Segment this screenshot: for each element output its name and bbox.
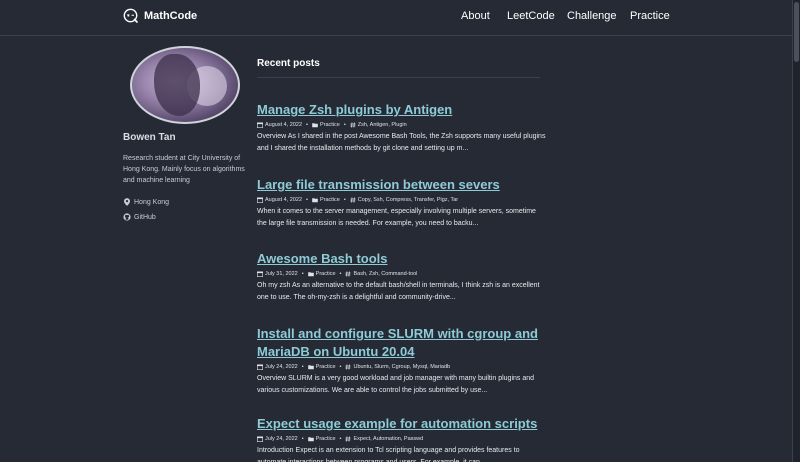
- post-item: Manage Zsh plugins by Antigen August 4, …: [257, 101, 547, 155]
- post-excerpt: Oh my zsh As an alternative to the defau…: [257, 282, 540, 301]
- map-marker-icon: [124, 198, 130, 206]
- nav-challenge[interactable]: Challenge: [567, 10, 617, 22]
- post-category-link[interactable]: Practice: [316, 436, 336, 442]
- post-excerpt: Overview As I shared in the post Awesome…: [257, 133, 546, 152]
- section-title: Recent posts: [257, 58, 540, 78]
- folder-icon: [312, 198, 318, 203]
- post-title-link[interactable]: Awesome Bash tools: [257, 251, 388, 266]
- post-excerpt: When it comes to the server management, …: [257, 208, 536, 227]
- recent-posts: Recent posts Manage Zsh plugins by Antig…: [257, 58, 545, 462]
- post-item: Large file transmission between severs A…: [257, 176, 547, 230]
- scrollbar-thumb[interactable]: [794, 2, 799, 62]
- post-category-link[interactable]: Practice: [320, 122, 340, 128]
- post-date: July 24, 2022: [265, 364, 298, 370]
- avatar: [130, 46, 240, 124]
- post-item: Expect usage example for automation scri…: [257, 415, 547, 462]
- post-item: Install and configure SLURM with cgroup …: [257, 325, 547, 397]
- calendar-icon: [257, 271, 263, 277]
- post-date: August 4, 2022: [265, 197, 303, 203]
- post-category-link[interactable]: Practice: [316, 271, 336, 277]
- author-location-text: Hong Kong: [134, 198, 170, 206]
- post-title-link[interactable]: Large file transmission between severs: [257, 177, 500, 192]
- post-title-link[interactable]: Install and configure SLURM with cgroup …: [257, 326, 538, 359]
- calendar-icon: [257, 436, 263, 442]
- author-name: Bowen Tan: [123, 132, 176, 143]
- nav-leetcode[interactable]: LeetCode: [507, 10, 555, 22]
- calendar-icon: [257, 364, 263, 370]
- folder-icon: [307, 365, 314, 370]
- post-date: July 24, 2022: [265, 436, 298, 442]
- author-bio: Research student at City University of H…: [123, 155, 245, 184]
- github-link-text: GitHub: [134, 213, 156, 221]
- post-tags[interactable]: Bash, Zsh, Command-tool: [353, 271, 417, 277]
- post-meta: August 4, 2022 • Practice • Zsh, Antigen…: [257, 122, 547, 128]
- navbar: MathCode About LeetCode Challenge Practi…: [0, 0, 800, 36]
- hashtag-icon: [350, 197, 356, 203]
- nav-practice[interactable]: Practice: [630, 10, 670, 22]
- hashtag-icon: [345, 436, 351, 442]
- post-meta: July 31, 2022 • Practice • Bash, Zsh, Co…: [257, 271, 547, 277]
- author-location: Hong Kong: [123, 198, 248, 206]
- author-sidebar: Bowen Tan Research student at City Unive…: [123, 46, 248, 221]
- scrollbar[interactable]: [792, 0, 800, 462]
- folder-icon: [312, 123, 318, 128]
- folder-icon: [307, 272, 314, 277]
- post-tags[interactable]: Copy, Ssh, Compress, Transfer, Pigz, Tar: [358, 197, 458, 203]
- post-excerpt: Introduction Expect is an extension to T…: [257, 447, 520, 462]
- post-title-link[interactable]: Manage Zsh plugins by Antigen: [257, 102, 452, 117]
- calendar-icon: [257, 122, 263, 128]
- post-meta: July 24, 2022 • Practice • Expect, Autom…: [257, 436, 547, 442]
- brand-name: MathCode: [144, 10, 198, 22]
- calendar-icon: [257, 197, 263, 203]
- post-date: August 4, 2022: [265, 122, 303, 128]
- post-meta: July 24, 2022 • Practice • Ubuntu, Slurm…: [257, 364, 547, 370]
- post-meta: August 4, 2022 • Practice • Copy, Ssh, C…: [257, 197, 547, 203]
- post-title-link[interactable]: Expect usage example for automation scri…: [257, 416, 537, 431]
- post-date: July 31, 2022: [265, 271, 298, 277]
- logo-icon: [123, 8, 139, 24]
- post-item: Awesome Bash tools July 31, 2022 • Pract…: [257, 250, 547, 304]
- github-link[interactable]: GitHub: [123, 213, 248, 221]
- post-excerpt: Overview SLURM is a very good workload a…: [257, 375, 535, 394]
- hashtag-icon: [350, 122, 356, 128]
- post-category-link[interactable]: Practice: [316, 364, 336, 370]
- post-tags[interactable]: Expect, Automation, Passwd: [353, 436, 423, 442]
- post-tags[interactable]: Zsh, Antigen, Plugin: [358, 122, 407, 128]
- github-icon: [123, 213, 131, 221]
- hashtag-icon: [345, 364, 351, 370]
- brand-link[interactable]: MathCode: [123, 8, 197, 24]
- folder-icon: [307, 437, 314, 442]
- post-tags[interactable]: Ubuntu, Slurm, Cgroup, Mysql, Mariadb: [353, 364, 450, 370]
- post-category-link[interactable]: Practice: [320, 197, 340, 203]
- hashtag-icon: [345, 271, 351, 277]
- nav-about[interactable]: About: [461, 10, 490, 22]
